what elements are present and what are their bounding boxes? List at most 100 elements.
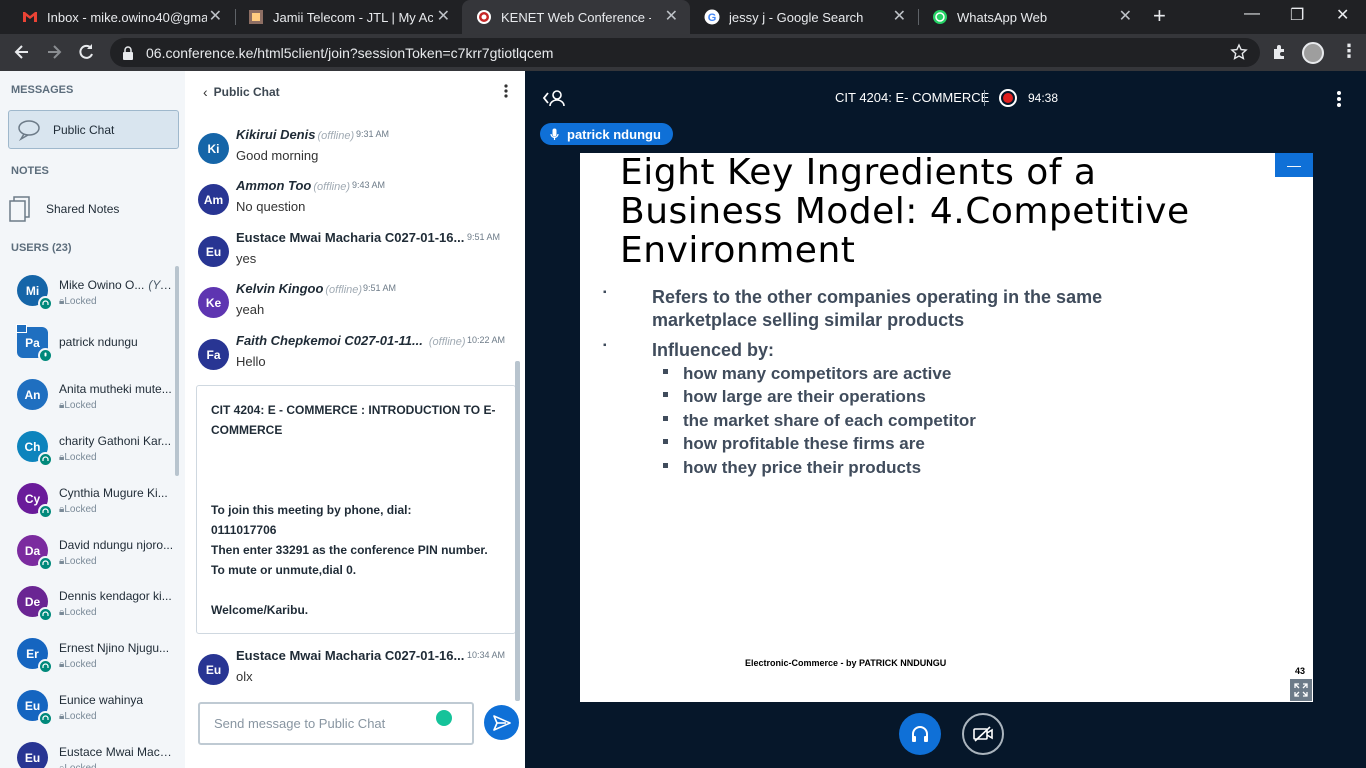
sub-bullet-marker [663, 463, 668, 468]
talking-indicator[interactable]: patrick ndungu [540, 123, 673, 145]
audio-button[interactable] [899, 713, 941, 755]
user-name: Anita mutheki mute... [59, 382, 172, 396]
avatar: An [17, 379, 48, 410]
locked-label: Locked [64, 296, 97, 307]
fullscreen-icon [1294, 683, 1308, 697]
locked-label: Locked [64, 504, 97, 515]
avatar: Ke [198, 287, 229, 318]
chat-scrollbar[interactable] [515, 361, 520, 701]
offline-label: (offline) [325, 284, 363, 296]
message-time: 9:31 AM [356, 129, 390, 139]
browser-tab-jtl[interactable]: Jamii Telecom - JTL | My Accou ✕ [234, 0, 462, 34]
message-text: No question [236, 199, 306, 214]
offline-label: (offline) [313, 181, 351, 193]
bullet-marker: ▪ [603, 340, 607, 351]
send-message-button[interactable] [484, 705, 519, 740]
message-time: 9:51 AM [363, 283, 397, 293]
browser-tab-gmail[interactable]: Inbox - mike.owino40@gmail.c ✕ [8, 0, 234, 34]
user-list-item[interactable]: An Anita mutheki mute... 🔒︎Locked [0, 376, 178, 426]
close-window-icon[interactable]: ✕ [1336, 5, 1349, 25]
shared-notes-item[interactable]: Shared Notes [8, 192, 119, 226]
profile-avatar[interactable] [1302, 42, 1324, 64]
gmail-icon [23, 12, 37, 22]
welcome-greeting: Welcome/Karibu. [211, 603, 309, 617]
browser-tab-whatsapp[interactable]: WhatsApp Web ✕ [918, 0, 1144, 34]
presentation-slide: Eight Key Ingredients of a Business Mode… [580, 153, 1313, 702]
welcome-pin-text: Then enter 33291 as the conference PIN n… [211, 543, 488, 557]
user-list-item[interactable]: Da David ndungu njoro... 🔒︎Locked [0, 532, 178, 582]
recording-timer: 94:38 [1028, 91, 1059, 105]
slide-sub-bullet: how profitable these firms are [683, 434, 925, 453]
close-tab-icon[interactable]: ✕ [437, 9, 450, 25]
message-text: olx [236, 669, 253, 684]
tab-title: KENET Web Conference - ( [501, 9, 651, 25]
sub-bullet-marker [663, 416, 668, 421]
close-tab-icon[interactable]: ✕ [1119, 9, 1132, 25]
close-tab-icon[interactable]: ✕ [209, 9, 222, 25]
message-time: 9:51 AM [467, 232, 501, 242]
minimize-window-icon[interactable]: — [1244, 5, 1260, 23]
fullscreen-button[interactable] [1290, 679, 1312, 701]
user-list-item[interactable]: Mi Mike Owino O... (You) 🔒︎Locked [0, 272, 178, 322]
sub-bullet-marker [663, 369, 668, 374]
chat-options-icon[interactable] [503, 82, 509, 100]
forward-arrow-icon[interactable] [44, 42, 64, 62]
user-list-item[interactable]: Pa patrick ndungu [0, 324, 178, 374]
chat-bubble-icon [18, 119, 40, 141]
bookmark-star-icon[interactable] [1230, 43, 1248, 61]
microphone-icon [550, 128, 559, 140]
minimize-presentation-button[interactable]: — [1275, 153, 1313, 177]
slide-sub-bullet: how they price their products [683, 458, 922, 477]
offline-label: (offline) [317, 130, 355, 142]
chat-title[interactable]: Public Chat [214, 85, 280, 99]
avatar: Eu [198, 654, 229, 685]
headphones-icon [38, 556, 53, 571]
chat-header: ‹ Public Chat [185, 71, 525, 113]
extensions-puzzle-icon[interactable] [1271, 44, 1288, 61]
headphones-icon [38, 607, 53, 622]
back-arrow-icon[interactable] [12, 42, 32, 62]
user-name: Ernest Njino Njugu... [59, 641, 170, 655]
reload-icon[interactable] [76, 42, 96, 62]
user-list-item[interactable]: Cy Cynthia Mugure Ki... 🔒︎Locked [0, 480, 178, 530]
user-list-toggle-icon[interactable] [542, 89, 566, 107]
users-heading: USERS (23) [11, 242, 72, 254]
user-list-item[interactable]: Er Ernest Njino Njugu... 🔒︎Locked [0, 635, 178, 685]
record-icon[interactable] [999, 89, 1017, 107]
slide-sub-bullet: how many competitors are active [683, 364, 952, 383]
grammarly-icon[interactable] [436, 710, 452, 726]
browser-menu-icon[interactable]: ⋮ [1340, 40, 1358, 62]
close-tab-icon[interactable]: ✕ [665, 9, 678, 25]
chat-message-input[interactable]: Send message to Public Chat [198, 702, 474, 745]
user-list-item[interactable]: De Dennis kendagor ki... 🔒︎Locked [0, 583, 178, 633]
close-tab-icon[interactable]: ✕ [893, 9, 906, 25]
offline-label: (offline) [428, 336, 466, 348]
share-webcam-button[interactable] [962, 713, 1004, 755]
user-list-item[interactable]: Eu Eunice wahinya 🔒︎Locked [0, 687, 178, 737]
address-bar[interactable]: 06.conference.ke/html5client/join?sessio… [110, 38, 1260, 67]
chevron-left-icon[interactable]: ‹ [203, 84, 208, 100]
new-tab-button[interactable]: + [1153, 4, 1166, 28]
send-icon [492, 714, 511, 731]
browser-tab-kenet[interactable]: KENET Web Conference - ( ✕ [462, 0, 690, 34]
message-sender: Ammon Too [236, 178, 312, 193]
sub-bullet-marker [663, 439, 668, 444]
avatar: Am [198, 184, 229, 215]
browser-tab-google[interactable]: G jessy j - Google Search ✕ [690, 0, 918, 34]
meeting-title: CIT 4204: E- COMMERCE [835, 90, 990, 105]
headphones-icon [38, 659, 53, 674]
user-list-scrollbar[interactable] [175, 266, 179, 476]
locked-label: Locked [64, 659, 97, 670]
user-list-sidebar: MESSAGES Public Chat NOTES Shared Notes … [0, 71, 185, 768]
user-list-item[interactable]: Ch charity Gathoni Kar... 🔒︎Locked [0, 428, 178, 478]
tab-title: Inbox - mike.owino40@gmail.c [47, 9, 207, 25]
slide-page-number: 43 [1295, 666, 1306, 676]
public-chat-item[interactable]: Public Chat [8, 110, 179, 149]
user-name: Dennis kendagor ki... [59, 589, 172, 603]
svg-text:G: G [708, 12, 717, 24]
user-list-item[interactable]: Eu Eustace Mwai Mach... 🔒︎Locked [0, 739, 178, 768]
welcome-phone-number: 0111017706 [211, 523, 277, 537]
restore-window-icon[interactable]: ❐ [1290, 5, 1304, 25]
options-menu-icon[interactable] [1336, 90, 1342, 108]
slide-sub-bullet: how large are their operations [683, 387, 926, 406]
